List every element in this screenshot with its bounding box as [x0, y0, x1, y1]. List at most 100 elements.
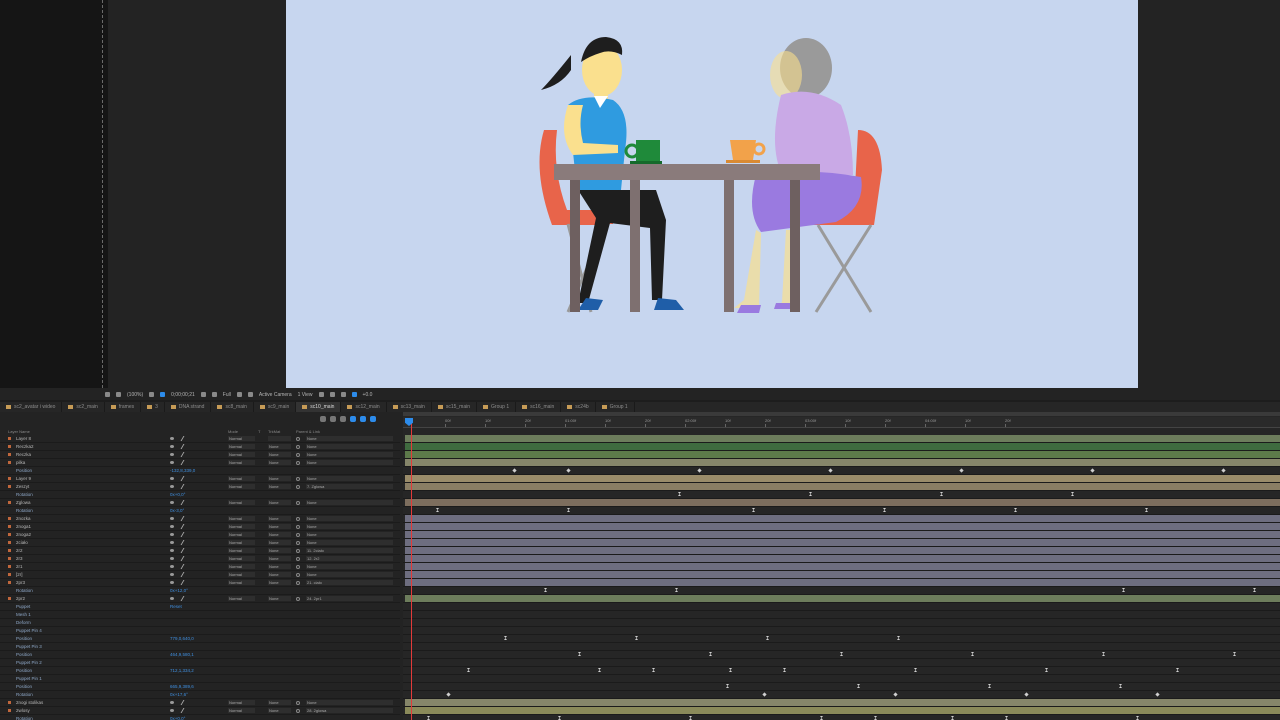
- keyframe[interactable]: [578, 652, 581, 656]
- parent-dropdown[interactable]: None: [306, 564, 393, 569]
- property-track[interactable]: [403, 491, 1280, 499]
- layer-name[interactable]: Zglowa: [16, 499, 31, 506]
- layer-name[interactable]: 2pr3: [16, 579, 25, 586]
- property-row[interactable]: Rotation 0x+12,0°: [0, 587, 400, 595]
- quality-switch-icon[interactable]: [180, 516, 189, 521]
- layer-row[interactable]: 2noga1 Normal None None: [0, 523, 400, 531]
- keyframe[interactable]: [567, 508, 570, 512]
- layer-row[interactable]: 2pr2 Normal None 24. 2pr1: [0, 595, 400, 603]
- layer-name[interactable]: 2noga1: [16, 523, 31, 530]
- layer-row[interactable]: 2r2 Normal None 11. 2ciało: [0, 547, 400, 555]
- keyframe[interactable]: [1145, 508, 1148, 512]
- keyframe[interactable]: [840, 652, 843, 656]
- layer-row[interactable]: 2r3 Normal None 12. 2r2: [0, 555, 400, 563]
- quality-switch-icon[interactable]: [180, 708, 189, 713]
- tab-13[interactable]: sc24b: [561, 402, 596, 412]
- trkmat-dropdown[interactable]: None: [268, 708, 291, 713]
- pick-whip-icon[interactable]: [296, 557, 300, 561]
- property-track[interactable]: [403, 467, 1280, 475]
- visibility-icon[interactable]: [170, 541, 174, 544]
- parent-dropdown[interactable]: 11. 2ciało: [306, 548, 393, 553]
- layer-name[interactable]: 2ciało: [16, 539, 28, 546]
- property-row[interactable]: Rotation 0x+0,0°: [0, 715, 400, 720]
- trkmat-dropdown[interactable]: None: [268, 500, 291, 505]
- pick-whip-icon[interactable]: [296, 461, 300, 465]
- property-value[interactable]: 464,9,580,1: [170, 651, 194, 658]
- blend-mode-dropdown[interactable]: Normal: [228, 516, 255, 521]
- blend-mode-dropdown[interactable]: Normal: [228, 444, 255, 449]
- checkerboard-icon[interactable]: [247, 392, 253, 397]
- trkmat-dropdown[interactable]: None: [268, 516, 291, 521]
- blend-mode-dropdown[interactable]: Normal: [228, 572, 255, 577]
- pick-whip-icon[interactable]: [296, 549, 300, 553]
- quality-switch-icon[interactable]: [180, 444, 189, 449]
- parent-dropdown[interactable]: None: [306, 540, 393, 545]
- property-track[interactable]: [403, 659, 1280, 667]
- layer-row[interactable]: Reczka Normal None None: [0, 451, 400, 459]
- property-track[interactable]: [403, 603, 1280, 611]
- quality-switch-icon[interactable]: [180, 460, 189, 465]
- blend-mode-dropdown[interactable]: Normal: [228, 548, 255, 553]
- layer-duration-bar[interactable]: [403, 435, 1280, 443]
- quality-switch-icon[interactable]: [180, 452, 189, 457]
- keyframe[interactable]: [1155, 692, 1160, 697]
- zoom-dropdown[interactable]: (100%): [127, 392, 143, 398]
- layer-row[interactable]: Reczka2 Normal None None: [0, 443, 400, 451]
- keyframe[interactable]: [1071, 492, 1074, 496]
- keyframe[interactable]: [678, 492, 681, 496]
- blend-mode-dropdown[interactable]: Normal: [228, 564, 255, 569]
- keyframe[interactable]: [558, 716, 561, 720]
- quality-switch-icon[interactable]: [180, 540, 189, 545]
- visibility-icon[interactable]: [170, 445, 174, 448]
- property-value[interactable]: 712,1,334,2: [170, 667, 194, 674]
- keyframe[interactable]: [883, 508, 886, 512]
- layer-duration-bar[interactable]: [403, 571, 1280, 579]
- keyframe[interactable]: [988, 684, 991, 688]
- keyframe[interactable]: [897, 636, 900, 640]
- quality-switch-icon[interactable]: [180, 596, 189, 601]
- layer-duration-bar[interactable]: [403, 539, 1280, 547]
- blend-mode-dropdown[interactable]: Normal: [228, 436, 255, 441]
- blend-mode-dropdown[interactable]: Normal: [228, 580, 255, 585]
- visibility-icon[interactable]: [170, 517, 174, 520]
- keyframe[interactable]: [566, 468, 571, 473]
- layer-name[interactable]: Layer 9: [16, 475, 31, 482]
- col-layer-name[interactable]: Layer Name: [8, 429, 30, 434]
- keyframe[interactable]: [697, 468, 702, 473]
- layer-name[interactable]: pilka: [16, 459, 25, 466]
- layer-row[interactable]: Zeszyt Normal None 7. Zglowa: [0, 483, 400, 491]
- trkmat-dropdown[interactable]: None: [268, 556, 291, 561]
- layer-name[interactable]: [2r]: [16, 571, 23, 578]
- blend-mode-dropdown[interactable]: Normal: [228, 556, 255, 561]
- shy-icon[interactable]: [340, 416, 346, 422]
- pick-whip-icon[interactable]: [296, 517, 300, 521]
- pick-whip-icon[interactable]: [296, 477, 300, 481]
- blend-mode-dropdown[interactable]: Normal: [228, 452, 255, 457]
- parent-dropdown[interactable]: None: [306, 516, 393, 521]
- tab-1[interactable]: sc2_main: [62, 402, 105, 412]
- visibility-icon[interactable]: [170, 461, 174, 464]
- pick-whip-icon[interactable]: [296, 453, 300, 457]
- layer-name[interactable]: Reczka2: [16, 443, 34, 450]
- keyframe[interactable]: [427, 716, 430, 720]
- blend-mode-dropdown[interactable]: Normal: [228, 596, 255, 601]
- trkmat-dropdown[interactable]: None: [268, 452, 291, 457]
- blend-mode-dropdown[interactable]: Normal: [228, 540, 255, 545]
- tab-7[interactable]: sc10_main: [296, 402, 342, 412]
- layer-duration-bar[interactable]: [403, 699, 1280, 707]
- layer-row[interactable]: 2noga2 Normal None None: [0, 531, 400, 539]
- snapshot-icon[interactable]: [105, 392, 110, 397]
- keyframe[interactable]: [971, 652, 974, 656]
- col-mode[interactable]: Mode: [228, 429, 238, 434]
- quality-switch-icon[interactable]: [180, 532, 189, 537]
- tab-11[interactable]: Group 1: [477, 402, 517, 412]
- pick-whip-icon[interactable]: [296, 581, 300, 585]
- visibility-icon[interactable]: [170, 549, 174, 552]
- trkmat-dropdown[interactable]: None: [268, 444, 291, 449]
- property-value[interactable]: 0x+17,6°: [170, 691, 188, 698]
- tab-10[interactable]: sc15_main: [432, 402, 478, 412]
- pick-whip-icon[interactable]: [296, 701, 300, 705]
- camera-dropdown[interactable]: Active Camera: [259, 392, 292, 398]
- property-value[interactable]: 0x+0,0°: [170, 715, 185, 720]
- keyframe[interactable]: [959, 468, 964, 473]
